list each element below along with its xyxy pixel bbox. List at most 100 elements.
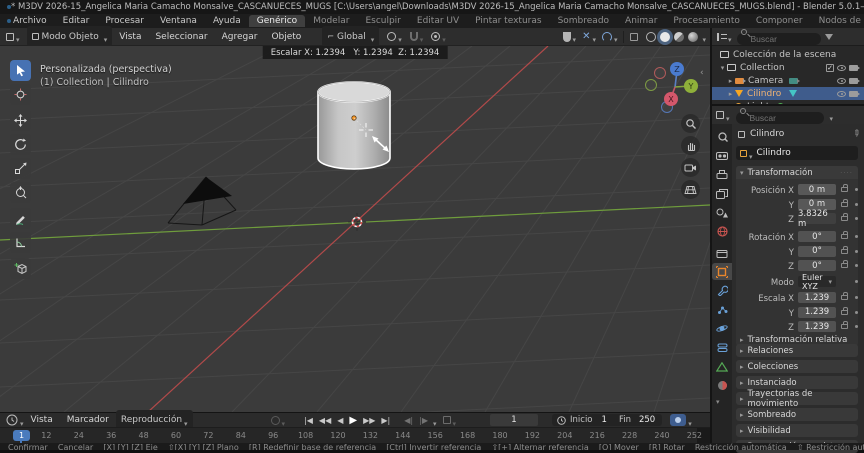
tab-tool[interactable]: [712, 128, 732, 145]
scalex-field[interactable]: 1.239: [798, 292, 836, 303]
current-frame-field[interactable]: 1: [490, 414, 538, 426]
tab-world[interactable]: [712, 223, 732, 240]
scaley-keyframe-dot[interactable]: [855, 311, 858, 314]
add-cube-tool[interactable]: [10, 258, 31, 279]
cilindro-render-icon[interactable]: [849, 91, 858, 97]
scalex-keyframe-dot[interactable]: [855, 296, 858, 299]
posy-keyframe-dot[interactable]: [855, 203, 858, 206]
panel-relaciones[interactable]: Relaciones: [736, 344, 858, 357]
measure-tool[interactable]: [10, 232, 31, 253]
workspace-tab-nodos-geometria[interactable]: Nodos de geometria: [811, 15, 864, 27]
tab-scene[interactable]: [712, 204, 732, 221]
workspace-tab-procesamiento[interactable]: Procesamiento: [665, 15, 748, 27]
timeline-menu-vista[interactable]: Vista: [24, 415, 60, 425]
pivot-point-icon[interactable]: [387, 32, 396, 41]
pivot-chevron-icon[interactable]: [396, 27, 402, 46]
scalez-lock-icon[interactable]: [841, 324, 848, 329]
mode-keyframe-dot[interactable]: [855, 280, 858, 283]
end-value[interactable]: 250: [639, 415, 655, 425]
navigation-gizmo[interactable]: Z Y X: [645, 54, 705, 120]
posx-keyframe-dot[interactable]: [855, 188, 858, 191]
tab-render[interactable]: [712, 147, 732, 164]
rotz-field[interactable]: 0°: [798, 260, 836, 271]
next-keyframe-button[interactable]: ▶▶: [360, 416, 378, 425]
proportional-edit-icon[interactable]: [431, 32, 440, 41]
scaley-field[interactable]: 1.239: [798, 307, 836, 318]
filter-funnel-icon[interactable]: [825, 34, 833, 40]
rotz-lock-icon[interactable]: [841, 263, 848, 268]
panel-instanciado[interactable]: Instanciado: [736, 376, 858, 389]
tab-object[interactable]: [712, 263, 732, 280]
falloff-chevron-icon[interactable]: [440, 27, 446, 46]
gizmos-icon[interactable]: ✕: [582, 31, 590, 42]
roty-field[interactable]: 0°: [798, 246, 836, 257]
preview-range-icon[interactable]: [443, 416, 451, 424]
shading-solid-icon[interactable]: [660, 32, 670, 42]
posx-field[interactable]: 0 m: [798, 184, 836, 195]
shading-wireframe-icon[interactable]: [646, 32, 656, 42]
tab-collection[interactable]: [712, 244, 732, 261]
workspace-tab-animar[interactable]: Animar: [617, 15, 665, 27]
toggle-xray-icon[interactable]: [630, 33, 638, 41]
editor-type-chevron-icon[interactable]: [14, 27, 20, 46]
camera-view-button[interactable]: [681, 158, 700, 177]
rotation-mode-dropdown[interactable]: Euler XYZ: [798, 276, 836, 287]
zoom-view-button[interactable]: [681, 114, 700, 133]
minimize-button[interactable]: –: [860, 2, 864, 12]
frame-range-group[interactable]: Inicio 1 Fin 250: [552, 414, 662, 426]
gizmo-minus-x[interactable]: [655, 68, 666, 79]
snap-chevron-icon[interactable]: [418, 27, 424, 46]
menu-editar[interactable]: Editar: [55, 16, 98, 26]
panel-visibilidad[interactable]: Visibilidad: [736, 424, 858, 437]
jump-start-button[interactable]: |◀: [301, 416, 316, 425]
tabs-overflow-icon[interactable]: ▾: [716, 398, 720, 406]
camera-hide-eye-icon[interactable]: [837, 78, 846, 84]
roty-keyframe-dot[interactable]: [855, 250, 858, 253]
menu-ventana[interactable]: Ventana: [152, 16, 205, 26]
tab-physics[interactable]: [712, 320, 732, 337]
scalex-lock-icon[interactable]: [841, 295, 848, 300]
properties-editor-chevron-icon[interactable]: [724, 106, 730, 125]
properties-search-input[interactable]: [736, 112, 824, 124]
posy-lock-icon[interactable]: [841, 202, 848, 207]
play-button[interactable]: ▶: [346, 415, 360, 426]
tab-object-data[interactable]: [712, 358, 732, 375]
menu-agregar[interactable]: Agregar: [215, 32, 265, 42]
jump-end-button[interactable]: ▶|: [378, 416, 393, 425]
3d-viewport[interactable]: Escalar X: 1.2394 Y: 1.2394 Z: 1.2394 Pe…: [0, 46, 710, 412]
gizmo-minus-y[interactable]: [646, 80, 657, 91]
cone-object[interactable]: [168, 177, 236, 225]
shading-rendered-icon[interactable]: [688, 32, 698, 42]
menu-seleccionar[interactable]: Seleccionar: [148, 32, 214, 42]
mode-dropdown[interactable]: Modo Objeto: [27, 26, 113, 47]
overlays-chevron-icon[interactable]: [612, 27, 618, 46]
outliner-row-cilindro[interactable]: ▸ Cilindro: [712, 87, 864, 100]
perspective-toggle-button[interactable]: [681, 180, 700, 199]
properties-editor-icon[interactable]: [716, 111, 724, 119]
annotate-tool[interactable]: [10, 208, 31, 229]
panel-collapse-arrow[interactable]: ‹: [700, 68, 704, 78]
menu-archivo[interactable]: Archivo: [5, 16, 55, 26]
move-tool[interactable]: [10, 110, 31, 131]
posz-field[interactable]: 3.8326 m: [798, 213, 836, 224]
snap-magnet-icon[interactable]: [410, 32, 418, 41]
panel-trayectorias-de-movimiento[interactable]: Trayectorias de movimiento: [736, 392, 858, 405]
cilindro-hide-eye-icon[interactable]: [837, 91, 846, 97]
pan-view-button[interactable]: [681, 136, 700, 155]
shading-material-icon[interactable]: [674, 32, 684, 42]
timeline-editor-icon[interactable]: [6, 414, 18, 426]
scaley-lock-icon[interactable]: [841, 310, 848, 315]
camera-render-icon[interactable]: [849, 78, 858, 84]
outliner-mode-chevron-icon[interactable]: [726, 27, 732, 46]
scalez-field[interactable]: 1.239: [798, 321, 836, 332]
tab-particles[interactable]: [712, 301, 732, 318]
select-box-tool[interactable]: [10, 60, 31, 81]
editor-type-icon[interactable]: [6, 33, 14, 41]
rotx-lock-icon[interactable]: [841, 234, 848, 239]
collection-hide-eye-icon[interactable]: [837, 65, 846, 71]
cylinder-object[interactable]: [318, 82, 390, 169]
transform-panel-header[interactable]: Transformación····: [736, 166, 858, 179]
menu-procesar[interactable]: Procesar: [97, 16, 152, 26]
object-name-field[interactable]: Cilindro: [736, 146, 858, 160]
workspace-tab-sombreado[interactable]: Sombreado: [550, 15, 617, 27]
